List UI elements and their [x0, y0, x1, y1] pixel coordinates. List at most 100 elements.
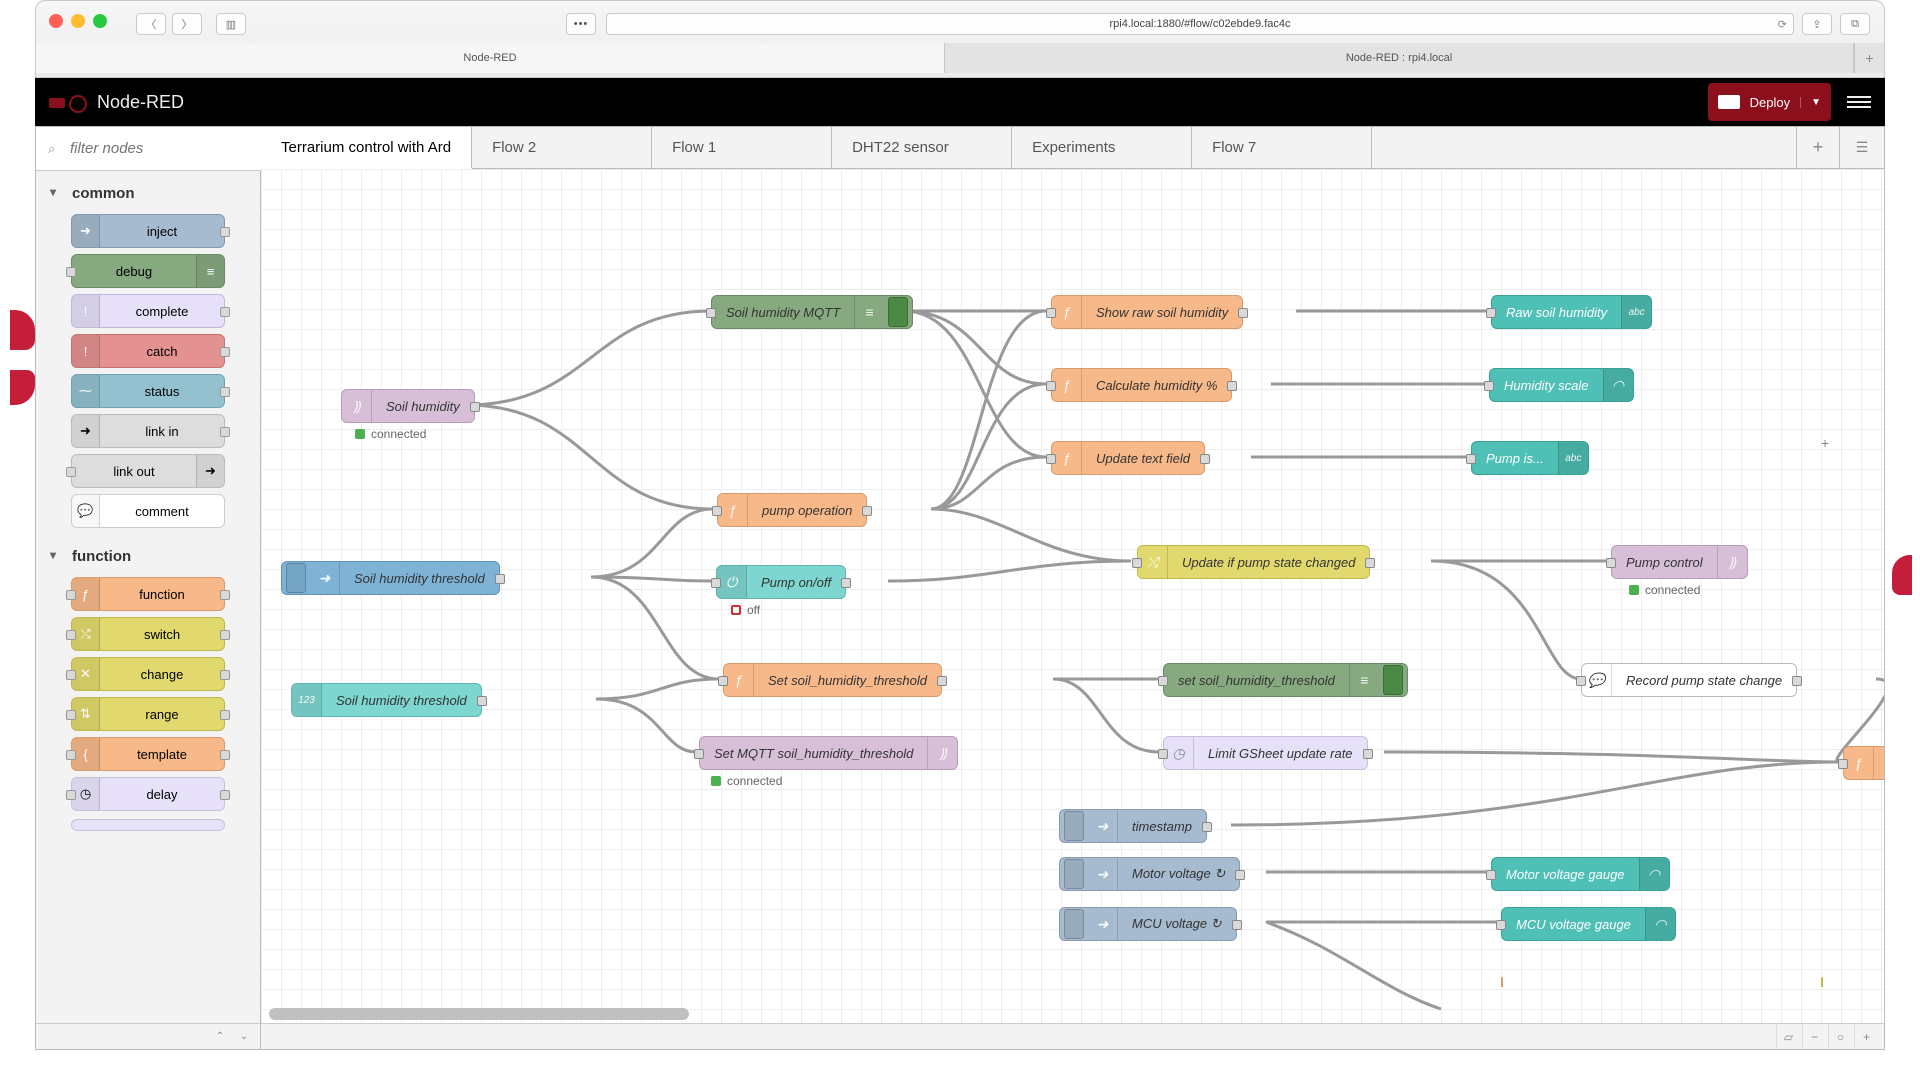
address-bar[interactable]: rpi4.local:1880/#flow/c02ebde9.fac4c ⟳ [606, 13, 1794, 35]
node-function[interactable]: ƒSet soil_humidity_threshold [723, 663, 942, 697]
filter-nodes-input[interactable] [36, 127, 281, 171]
minimize-window-icon[interactable] [71, 14, 85, 28]
flow-canvas[interactable]: ⸩Soil humidity connected Soil humidity M… [261, 169, 1884, 1023]
share-button[interactable]: ⇪ [1802, 13, 1832, 35]
node-mqtt-out[interactable]: Pump control⸩ [1611, 545, 1748, 579]
gauge-icon: ◠ [1654, 916, 1666, 933]
node-switch[interactable]: ⤭Update if pump state changed [1137, 545, 1370, 579]
node-partial[interactable] [1501, 977, 1503, 987]
node-inject[interactable]: ➜timestamp [1059, 809, 1207, 843]
node-inject[interactable]: ➜MCU voltage ↻ [1059, 907, 1237, 941]
flow-tab[interactable]: Flow 7 [1192, 127, 1372, 168]
list-flows-button[interactable]: ☰ [1840, 127, 1884, 168]
zoom-out-button[interactable]: − [1802, 1024, 1826, 1049]
close-window-icon[interactable] [49, 14, 63, 28]
node-function[interactable]: ƒPrepa [1843, 746, 1884, 780]
node-function[interactable]: ƒCalculate humidity % [1051, 368, 1232, 402]
debug-toggle-button[interactable] [1383, 665, 1403, 695]
switch-icon: ⤭ [1147, 554, 1158, 571]
tabs-button[interactable]: ⧉ [1840, 13, 1870, 35]
extensions-button[interactable]: ••• [566, 13, 596, 35]
node-ui-gauge[interactable]: MCU voltage gauge◠ [1501, 907, 1676, 941]
node-ui-slider[interactable]: ➜Soil humidity threshold [281, 561, 500, 595]
zoom-reset-button[interactable]: ○ [1828, 1024, 1852, 1049]
palette-node-function[interactable]: ƒfunction [71, 577, 225, 611]
node-palette: ⌕ common ➜inject debug≡ !complete !catch… [36, 127, 261, 1049]
zoom-in-button[interactable]: + [1854, 1024, 1878, 1049]
node-debug[interactable]: Soil humidity MQTT≡ [711, 295, 913, 329]
palette-node-change[interactable]: ✕change [71, 657, 225, 691]
chevron-down-icon[interactable]: ▼ [1800, 97, 1821, 108]
hamburger-menu-button[interactable] [1847, 96, 1871, 108]
palette-category[interactable]: common [36, 171, 260, 208]
palette-node-partial[interactable] [71, 819, 225, 831]
palette-node-delay[interactable]: ◷delay [71, 777, 225, 811]
palette-node-template[interactable]: {template [71, 737, 225, 771]
horizontal-scrollbar[interactable] [269, 1008, 689, 1020]
node-function[interactable]: ƒShow raw soil humidity [1051, 295, 1243, 329]
inject-button[interactable] [1064, 811, 1084, 841]
palette-expand-button[interactable]: ⌄ [234, 1024, 254, 1049]
browser-chrome: 〈 〉 ▥ ••• rpi4.local:1880/#flow/c02ebde9… [35, 0, 1885, 78]
add-flow-button[interactable]: + [1796, 127, 1840, 168]
node-inject[interactable]: ➜Motor voltage ↻ [1059, 857, 1240, 891]
node-ui-text[interactable]: Raw soil humidityabc [1491, 295, 1652, 329]
node-ui-gauge[interactable]: Humidity scale◠ [1489, 368, 1634, 402]
flow-tab[interactable]: Experiments [1012, 127, 1192, 168]
inject-button[interactable] [1064, 909, 1084, 939]
node-function[interactable]: ƒpump operation [717, 493, 867, 527]
gauge-icon: ◠ [1648, 866, 1660, 883]
wifi-icon: ⸩ [1729, 553, 1736, 572]
node-mqtt-in[interactable]: ⸩Soil humidity [341, 389, 475, 423]
gauge-icon: ◠ [1612, 377, 1624, 394]
sidebar-button[interactable]: ▥ [216, 13, 246, 35]
palette-node-status[interactable]: ⁓status [71, 374, 225, 408]
clock-icon: ◷ [80, 786, 91, 802]
palette-node-inject[interactable]: ➜inject [71, 214, 225, 248]
palette-node-complete[interactable]: !complete [71, 294, 225, 328]
toggle-icon: ⏻ [726, 574, 737, 591]
flow-tab[interactable]: Flow 1 [652, 127, 832, 168]
forward-button[interactable]: 〉 [172, 13, 202, 35]
switch-icon: ⤭ [80, 626, 90, 642]
inject-button[interactable] [1064, 859, 1084, 889]
deploy-button[interactable]: Deploy ▼ [1708, 83, 1831, 121]
node-partial[interactable] [1821, 977, 1823, 987]
palette-node-link-in[interactable]: ➜link in [71, 414, 225, 448]
window-controls[interactable] [49, 14, 107, 28]
flow-tab[interactable]: Flow 2 [472, 127, 652, 168]
browser-tab[interactable]: Node-RED [36, 43, 945, 73]
node-ui-text[interactable]: Pump is...abc [1471, 441, 1589, 475]
flow-tab[interactable]: DHT22 sensor [832, 127, 1012, 168]
node-ui-switch[interactable]: ⏻Pump on/off [716, 565, 846, 599]
node-delay[interactable]: ◷Limit GSheet update rate [1163, 736, 1368, 770]
node-comment[interactable]: 💬Record pump state change [1581, 663, 1797, 697]
bg-decor [1892, 555, 1912, 595]
node-mqtt-out[interactable]: Set MQTT soil_humidity_threshold⸩ [699, 736, 958, 770]
node-status: off [731, 603, 760, 617]
node-debug[interactable]: set soil_humidity_threshold≡ [1163, 663, 1408, 697]
palette-node-comment[interactable]: 💬comment [71, 494, 225, 528]
node-function[interactable]: ƒUpdate text field [1051, 441, 1205, 475]
node-status: connected [711, 774, 782, 788]
palette-node-switch[interactable]: ⤭switch [71, 617, 225, 651]
palette-node-link-out[interactable]: link out➜ [71, 454, 225, 488]
reload-icon[interactable]: ⟳ [1778, 18, 1787, 31]
node-status: connected [1629, 583, 1700, 597]
new-browser-tab-button[interactable]: + [1854, 43, 1884, 73]
node-ui-gauge[interactable]: Motor voltage gauge◠ [1491, 857, 1670, 891]
palette-node-debug[interactable]: debug≡ [71, 254, 225, 288]
browser-tab[interactable]: Node-RED : rpi4.local [945, 43, 1854, 73]
back-button[interactable]: 〈 [136, 13, 166, 35]
inject-button[interactable] [286, 563, 306, 593]
palette-category[interactable]: function [36, 534, 260, 571]
flow-tab[interactable]: Terrarium control with Ard [261, 127, 472, 169]
debug-toggle-button[interactable] [888, 297, 908, 327]
search-icon: ⌕ [48, 141, 55, 157]
node-ui-numeric[interactable]: 123Soil humidity threshold [291, 683, 482, 717]
palette-node-range[interactable]: ⇅range [71, 697, 225, 731]
zoom-window-icon[interactable] [93, 14, 107, 28]
palette-node-catch[interactable]: !catch [71, 334, 225, 368]
navigator-button[interactable]: ▱ [1776, 1024, 1800, 1049]
palette-collapse-button[interactable]: ⌃ [210, 1024, 230, 1049]
